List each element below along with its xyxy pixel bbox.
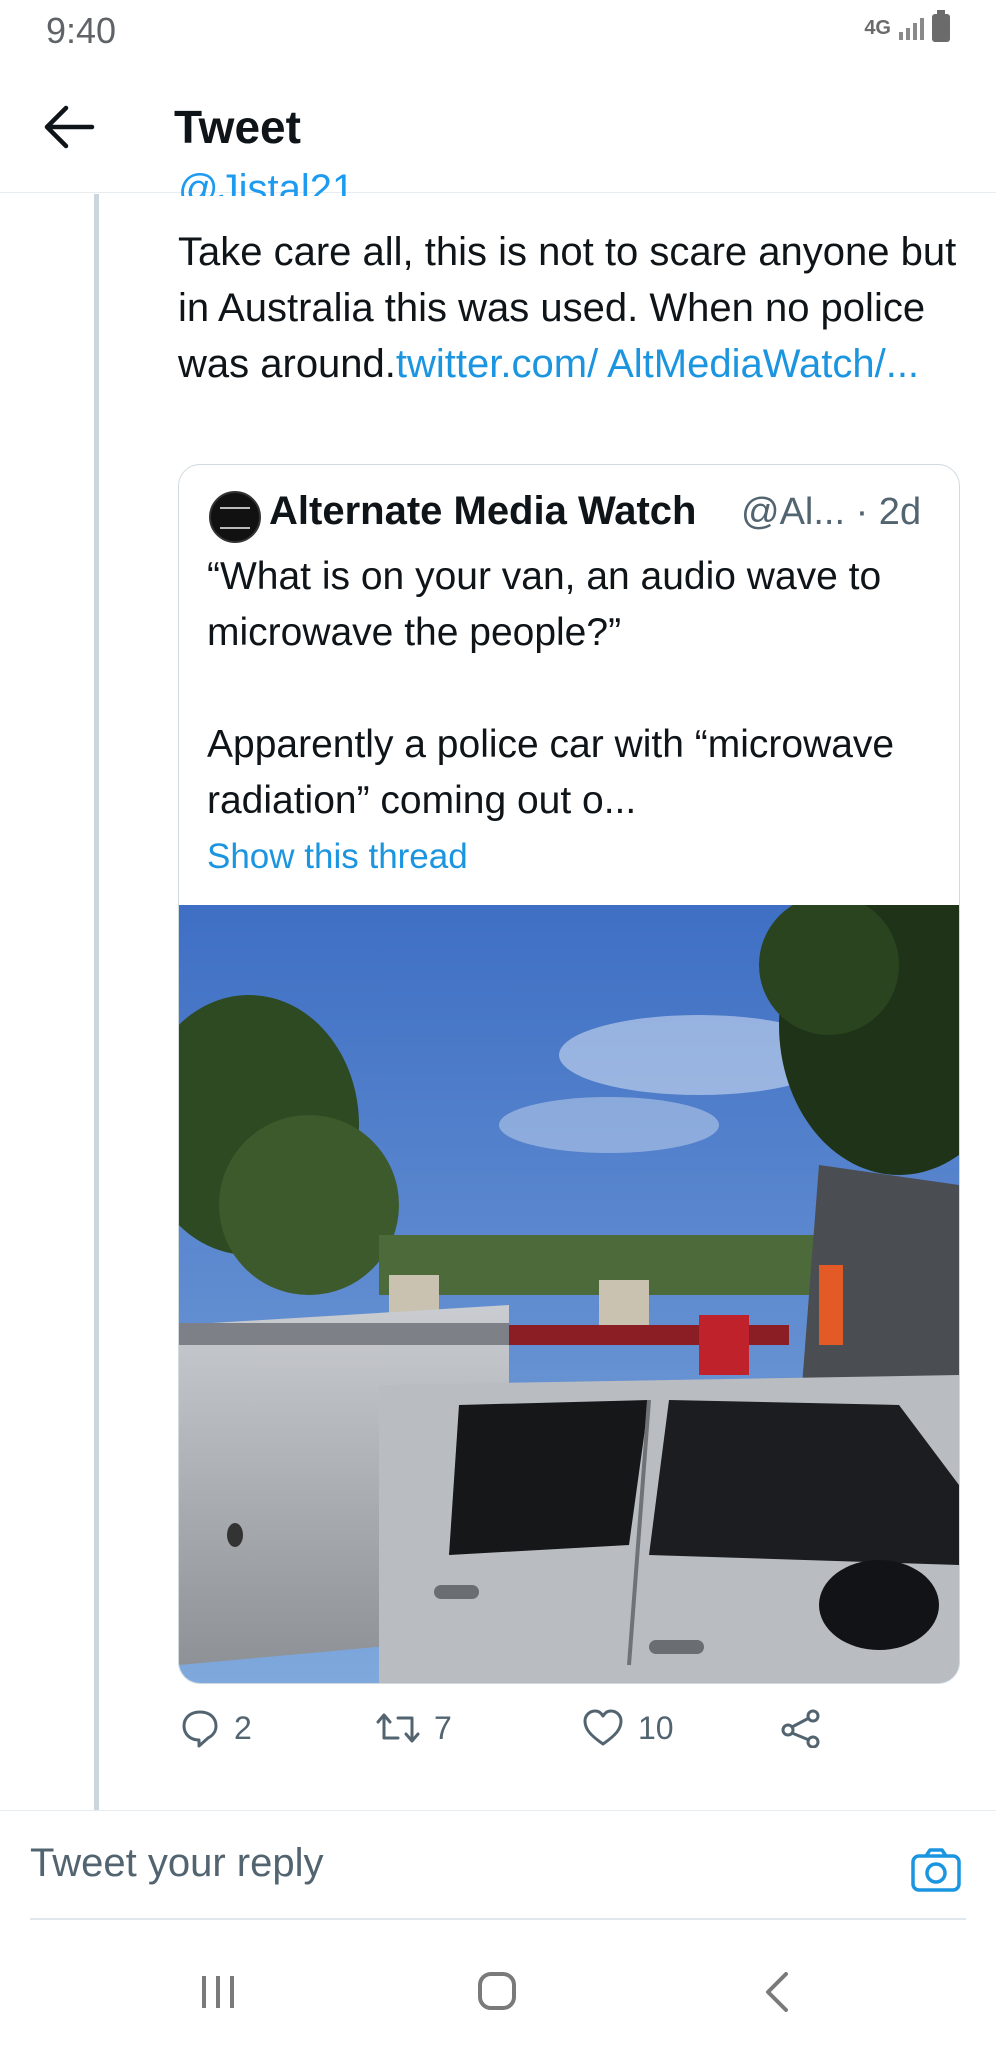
like-action[interactable]: 10: [582, 1708, 674, 1748]
camera-icon[interactable]: [910, 1847, 962, 1893]
quoted-tweet-media[interactable]: [179, 905, 959, 1683]
status-icons: 4G: [864, 10, 950, 42]
share-icon: [781, 1709, 820, 1748]
recents-icon[interactable]: [198, 1972, 238, 2012]
tweet-actions: 2 7 10: [180, 1708, 840, 1758]
reply-bar: Tweet your reply: [0, 1810, 996, 1921]
home-icon[interactable]: [476, 1970, 518, 2012]
status-time: 9:40: [46, 10, 117, 51]
quoted-text-line2: Apparently a police car with “microwave …: [207, 723, 895, 822]
quoted-tweet-card[interactable]: Alternate Media Watch @Al... · 2d “What …: [178, 464, 960, 1684]
battery-icon: [932, 10, 950, 42]
show-thread-link[interactable]: Show this thread: [207, 837, 468, 877]
retweet-count: 7: [434, 1709, 452, 1746]
signal-icon: [899, 16, 924, 40]
top-header: Tweet: [0, 62, 996, 193]
nav-back-icon[interactable]: [758, 1970, 798, 2014]
reply-input[interactable]: Tweet your reply: [30, 1841, 323, 1886]
quoted-tweet-text: “What is on your van, an audio wave to m…: [207, 549, 937, 829]
like-count: 10: [638, 1709, 674, 1746]
share-action[interactable]: [780, 1708, 822, 1748]
retweet-action[interactable]: 7: [376, 1708, 452, 1748]
reply-to-handle[interactable]: @Jistal21: [178, 166, 354, 196]
reply-count: 2: [234, 1709, 252, 1746]
network-indicator: 4G: [864, 17, 891, 39]
quoted-author-handle: @Al... · 2d: [741, 491, 922, 533]
tweet-text: Take care all, this is not to scare anyo…: [178, 224, 968, 392]
quoted-text-line1: “What is on your van, an audio wave to m…: [207, 555, 882, 654]
avatar[interactable]: [209, 491, 261, 543]
retweet-icon: [376, 1713, 420, 1743]
page-title: Tweet: [174, 101, 301, 153]
tweet-link[interactable]: twitter.com/ AltMediaWatch/...: [396, 342, 919, 386]
heart-icon: [583, 1709, 623, 1746]
thread-line: [94, 194, 99, 1810]
back-arrow-icon[interactable]: [42, 102, 96, 152]
quoted-author-name: Alternate Media Watch: [269, 489, 697, 533]
reply-icon: [182, 1710, 218, 1748]
reply-underline: [30, 1918, 966, 1920]
reply-action[interactable]: 2: [180, 1708, 252, 1748]
